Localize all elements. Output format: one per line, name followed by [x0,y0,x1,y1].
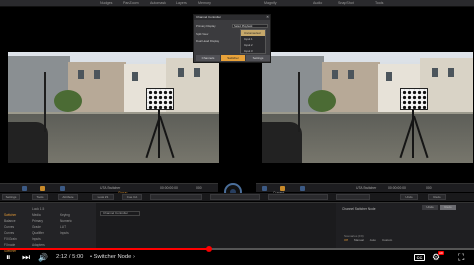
left-transport-bar: UTA Switcher Group 00:00:00:00 000 [0,183,218,195]
tab-switcher[interactable]: Switcher [221,55,245,61]
node-menu-cell[interactable]: Primary [32,219,58,224]
node-menu-cell[interactable]: Balance [4,219,30,224]
menu-layers[interactable]: Layers [176,0,187,7]
node-menu-cell[interactable]: Inputs [32,237,58,242]
primary-display-label: Primary Display [196,24,216,28]
loop-icon[interactable] [262,186,267,191]
dropdown-item-input-3[interactable]: Input 3 [241,48,265,54]
node-menu-cell[interactable]: LUT [60,225,86,230]
blank-slot [336,194,370,200]
switcher-node-title: Channel Switcher Node [342,207,376,211]
menu-tools[interactable]: Tools [375,0,383,7]
node-menu-grid: Look 1.5 Switcher Media Keying Balance P… [4,207,86,254]
node-menu-cell [4,207,30,212]
redo-button[interactable]: Redo [428,194,446,200]
close-icon[interactable]: ✕ [266,15,269,20]
node-menu-cell[interactable]: FX/Grain [4,237,30,242]
scenario-manual[interactable]: Manual [354,238,364,242]
node-menu-cell[interactable]: Media [32,213,58,218]
node-menu-cell[interactable]: Look 1.5 [32,207,58,212]
menu-automask[interactable]: Automask [150,0,166,7]
dialog-title: Channel Controller [194,15,270,20]
menu-magnify[interactable]: Magnify [264,0,277,7]
attribute-button[interactable]: Attribute [58,194,78,200]
blank-slot [210,194,260,200]
scenario-off[interactable]: Off [344,238,348,242]
fullscreen-icon[interactable]: ⛶ [458,252,464,263]
video-controls: ⏸ ⏭ 🔊 2:12 / 5:00 • Switcher Node › CC ⚙… [0,250,474,265]
dialog-tabs: Channels Switcher Settings [196,55,270,61]
node-menu-cell [60,237,86,242]
cue-button[interactable]: Cue CA [122,194,142,200]
app-menu-bar: Nudges PanZoom Automask Layers Memory Ma… [0,0,474,7]
node-menu-cell[interactable]: Curves [4,231,30,236]
menu-memory[interactable]: Memory [198,0,211,7]
node-menu-cell[interactable]: Inputs [60,231,86,236]
node-menu-cell[interactable]: Curves [4,225,30,230]
volume-icon[interactable]: 🔊 [38,252,48,263]
scenario-options: Off Manual Auto Custom [344,238,392,242]
left-timecode: 00:00:00:00 [160,186,178,190]
menu-snapshot[interactable]: SnapShot [338,0,354,7]
left-tc-end: 000 [196,186,202,190]
calibration-chart [146,88,174,110]
right-timecode: 00:00:00:00 [388,186,406,190]
next-icon[interactable]: ⏭ [22,252,30,263]
loop-icon[interactable] [22,186,27,191]
menu-audio[interactable]: Audio [313,0,322,7]
layout-icon[interactable] [300,186,305,191]
node-menu-cell[interactable]: Switcher [4,213,30,218]
switcher-node-tabs: Undo Redo [422,205,456,210]
street-scene-image [8,52,219,163]
right-viewer[interactable] [262,52,473,163]
blank-slot [150,194,202,200]
hd-badge: HD [438,251,445,255]
switcher-node-panel: Channel Switcher Node Undo Redo Scenario… [336,202,474,248]
node-menu-panel: Look 1.5 Switcher Media Keying Balance P… [0,202,96,253]
undo-button[interactable]: Undo [400,194,418,200]
left-viewer[interactable] [8,52,219,163]
split-view-label: Split View [196,32,209,36]
primary-display-select[interactable]: Select Playback [232,24,268,28]
secondary-toolbar: Settings Tools Attribute Look Z1 Cue CA … [0,193,474,201]
scenario-custom[interactable]: Custom [382,238,392,242]
node-menu-cell[interactable]: Grade [32,225,58,230]
node-menu-cell [60,207,86,212]
chapter-title[interactable]: • Switcher Node › [90,253,135,262]
undo-tab[interactable]: Undo [422,205,438,210]
redo-tab[interactable]: Redo [440,205,456,210]
scenario-auto[interactable]: Auto [370,238,376,242]
street-scene-image [262,52,473,163]
blank-slot [268,194,328,200]
channel-controller-label[interactable]: Channel Controller [100,211,140,216]
right-transport-name: UTA Switcher [356,186,377,190]
node-menu-cell[interactable]: Qualifier [32,231,58,236]
right-tc-end: 000 [426,186,432,190]
video-time: 2:12 / 5:00 [56,254,84,260]
tab-channels[interactable]: Channels [196,55,220,61]
dual-head-display-label: Dual Head Display [196,39,220,43]
tab-settings[interactable]: Settings [246,55,270,61]
node-menu-cell[interactable]: Numeric [60,219,86,224]
node-editor-panel: Channel Controller [96,202,336,248]
menu-nudges[interactable]: Nudges [100,0,112,7]
tools-button[interactable]: Tools [32,194,48,200]
input-dropdown-menu: Unconnected Input 1 Input 2 Input 3 [240,29,266,54]
menu-panzoom[interactable]: PanZoom [123,0,139,7]
node-menu-cell[interactable]: Keying [60,213,86,218]
gear-icon[interactable] [40,186,45,191]
calibration-chart [400,88,428,110]
captions-button[interactable]: CC [414,254,425,261]
layout-icon[interactable] [60,186,65,191]
settings-button[interactable]: Settings [2,194,20,200]
right-transport-bar: UTA Switcher Current 00:00:00:00 000 [256,183,474,195]
look-button[interactable]: Look Z1 [92,194,114,200]
pause-icon[interactable]: ⏸ [6,252,11,263]
